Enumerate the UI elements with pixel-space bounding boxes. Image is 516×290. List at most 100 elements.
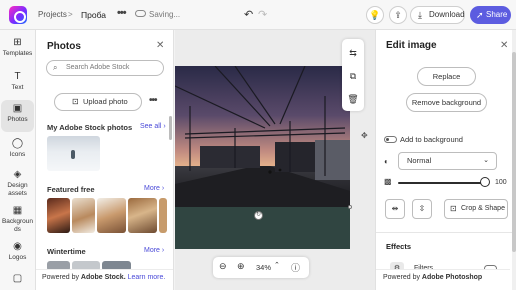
- chevron-down-icon: ⌄: [483, 157, 489, 164]
- crop-label: Crop & Shape: [461, 205, 505, 212]
- rail-label: Logos: [8, 254, 27, 261]
- remove-background-button[interactable]: Remove background: [406, 93, 487, 112]
- redo-icon[interactable]: ↷: [258, 8, 267, 21]
- rail-photos[interactable]: ▣ Photos: [1, 100, 34, 132]
- project-name[interactable]: Проба: [81, 10, 106, 20]
- logos-icon: ◉: [13, 241, 22, 252]
- rail-backgrounds[interactable]: ▦ Backgrounds: [1, 202, 34, 238]
- rail-icons[interactable]: ◯ Icons: [1, 135, 34, 167]
- app-window: Projects > Проба ••• Saving... ↶ ↷ 💡 ⇪ ⤓…: [0, 0, 516, 290]
- templates-icon: ⊞: [13, 37, 22, 48]
- duplicate-icon[interactable]: ⧉: [342, 71, 364, 82]
- zoom-level[interactable]: 34%: [256, 263, 271, 272]
- add-to-background-label: Add to background: [400, 135, 463, 144]
- search-icon: ⌕: [53, 63, 58, 72]
- breadcrumb-projects[interactable]: Projects: [38, 10, 67, 19]
- rail-label: Templates: [2, 50, 33, 57]
- stock-footer: Powered by Adobe Stock. Learn more.: [36, 269, 173, 290]
- footer-brand: Adobe Photoshop: [421, 274, 483, 281]
- move-handle-icon[interactable]: ✥: [361, 131, 368, 140]
- upload-icon: ⊡: [72, 97, 79, 106]
- search-input[interactable]: ⌕ Search Adobe Stock: [46, 60, 164, 76]
- canvas-photo[interactable]: [175, 66, 350, 207]
- swap-icon[interactable]: ⇆: [342, 48, 364, 59]
- section-title-stock: My Adobe Stock photos: [47, 123, 133, 132]
- opacity-value[interactable]: 100: [495, 179, 507, 186]
- rail-templates[interactable]: ⊞ Templates: [1, 34, 34, 66]
- footer-brand: Adobe Stock.: [80, 274, 126, 281]
- close-icon[interactable]: ✕: [156, 40, 164, 51]
- corner-handle[interactable]: [348, 205, 352, 209]
- railway-station-photo: [175, 66, 350, 207]
- photos-icon: ▣: [12, 103, 23, 114]
- featured-photo-thumbnail[interactable]: [128, 198, 157, 233]
- panel-scrollbar[interactable]: [169, 116, 172, 140]
- featured-photo-thumbnail[interactable]: [159, 198, 167, 233]
- upload-label: Upload photo: [83, 97, 128, 106]
- rail-design-assets[interactable]: ◈ Design assets: [1, 166, 34, 202]
- zoom-in-icon[interactable]: ⊕: [237, 261, 245, 272]
- edit-image-panel: Edit image ✕ Replace Remove background A…: [375, 30, 516, 290]
- flip-horizontal-button[interactable]: ⇹: [385, 199, 405, 219]
- top-bar: Projects > Проба ••• Saving... ↶ ↷ 💡 ⇪ ⤓…: [0, 0, 516, 30]
- lightbulb-icon[interactable]: 💡: [366, 6, 384, 24]
- rotate-handle-icon[interactable]: ↻: [254, 211, 263, 220]
- blend-mode-value: Normal: [407, 156, 432, 165]
- featured-photo-thumbnail[interactable]: [47, 198, 70, 233]
- add-to-background-toggle[interactable]: [384, 136, 397, 143]
- replace-button[interactable]: Replace: [417, 67, 476, 86]
- learn-more-link[interactable]: Learn more.: [126, 274, 166, 281]
- backgrounds-icon: ▦: [12, 205, 23, 216]
- more-options-icon[interactable]: •••: [117, 7, 127, 19]
- info-icon[interactable]: ⓘ: [291, 261, 300, 274]
- adobe-express-logo[interactable]: [9, 6, 27, 24]
- more-options-icon[interactable]: •••: [149, 95, 157, 106]
- zoom-out-icon[interactable]: ⊖: [219, 261, 227, 272]
- rail-label: Backgrounds: [1, 218, 34, 233]
- design-assets-icon: ◈: [13, 169, 22, 180]
- opacity-icon: ▩: [384, 177, 392, 186]
- share-button[interactable]: ➚ Share: [470, 6, 511, 24]
- more-icon: ▢: [12, 273, 23, 284]
- rail-more[interactable]: ▢: [1, 270, 34, 288]
- featured-photo-thumbnail[interactable]: [97, 198, 126, 233]
- section-title-featured: Featured free: [47, 185, 95, 194]
- section-title-winter: Wintertime: [47, 247, 86, 256]
- crop-shape-button[interactable]: ⊡ Crop & Shape: [444, 199, 508, 219]
- flip-vertical-button[interactable]: ⇳: [412, 199, 432, 219]
- featured-photo-thumbnail[interactable]: [72, 198, 95, 233]
- photoshop-footer: Powered by Adobe Photoshop: [376, 269, 510, 290]
- divider: [376, 232, 516, 233]
- rail-logos[interactable]: ◉ Logos: [1, 238, 34, 270]
- see-all-link[interactable]: See all ›: [140, 123, 166, 130]
- text-icon: T: [14, 71, 21, 82]
- share-link-icon[interactable]: ⇪: [389, 6, 407, 24]
- panel-scrollbar[interactable]: [512, 30, 516, 290]
- icons-icon: ◯: [11, 138, 24, 149]
- canvas-area: ↻ ⇆ ⧉ 🗑 ✥ ⊖ ⊕ 34% ⌃ ⓘ: [175, 30, 375, 290]
- canvas-toolbar: ⇆ ⧉ 🗑: [342, 39, 364, 111]
- search-placeholder: Search Adobe Stock: [66, 64, 130, 71]
- zoom-chevron-icon[interactable]: ⌃: [274, 261, 280, 269]
- opacity-slider[interactable]: [398, 182, 485, 184]
- zoom-bar: ⊖ ⊕ 34% ⌃ ⓘ: [213, 257, 309, 278]
- rail-text[interactable]: T Text: [1, 68, 34, 100]
- effects-heading: Effects: [386, 242, 412, 251]
- download-button[interactable]: ⤓ Download: [410, 6, 465, 24]
- close-icon[interactable]: ✕: [500, 40, 508, 51]
- blend-mode-icon: ◐: [384, 157, 389, 166]
- featured-more-link[interactable]: More ›: [144, 185, 164, 192]
- blend-mode-select[interactable]: Normal ⌄: [398, 152, 497, 170]
- edit-panel-title: Edit image: [386, 40, 437, 51]
- upload-photo-button[interactable]: ⊡ Upload photo: [54, 93, 142, 111]
- rail-label: Photos: [7, 116, 28, 123]
- photos-panel: Photos ✕ ⌕ Search Adobe Stock ⊡ Upload p…: [36, 30, 174, 290]
- opacity-slider-handle[interactable]: [480, 177, 490, 187]
- delete-icon[interactable]: 🗑: [342, 94, 364, 105]
- breadcrumb-separator-icon: >: [68, 10, 73, 19]
- rail-label: Text: [11, 84, 24, 91]
- undo-icon[interactable]: ↶: [244, 8, 253, 21]
- winter-more-link[interactable]: More ›: [144, 247, 164, 254]
- share-label: Share: [486, 10, 508, 19]
- stock-photo-thumbnail[interactable]: [47, 136, 100, 171]
